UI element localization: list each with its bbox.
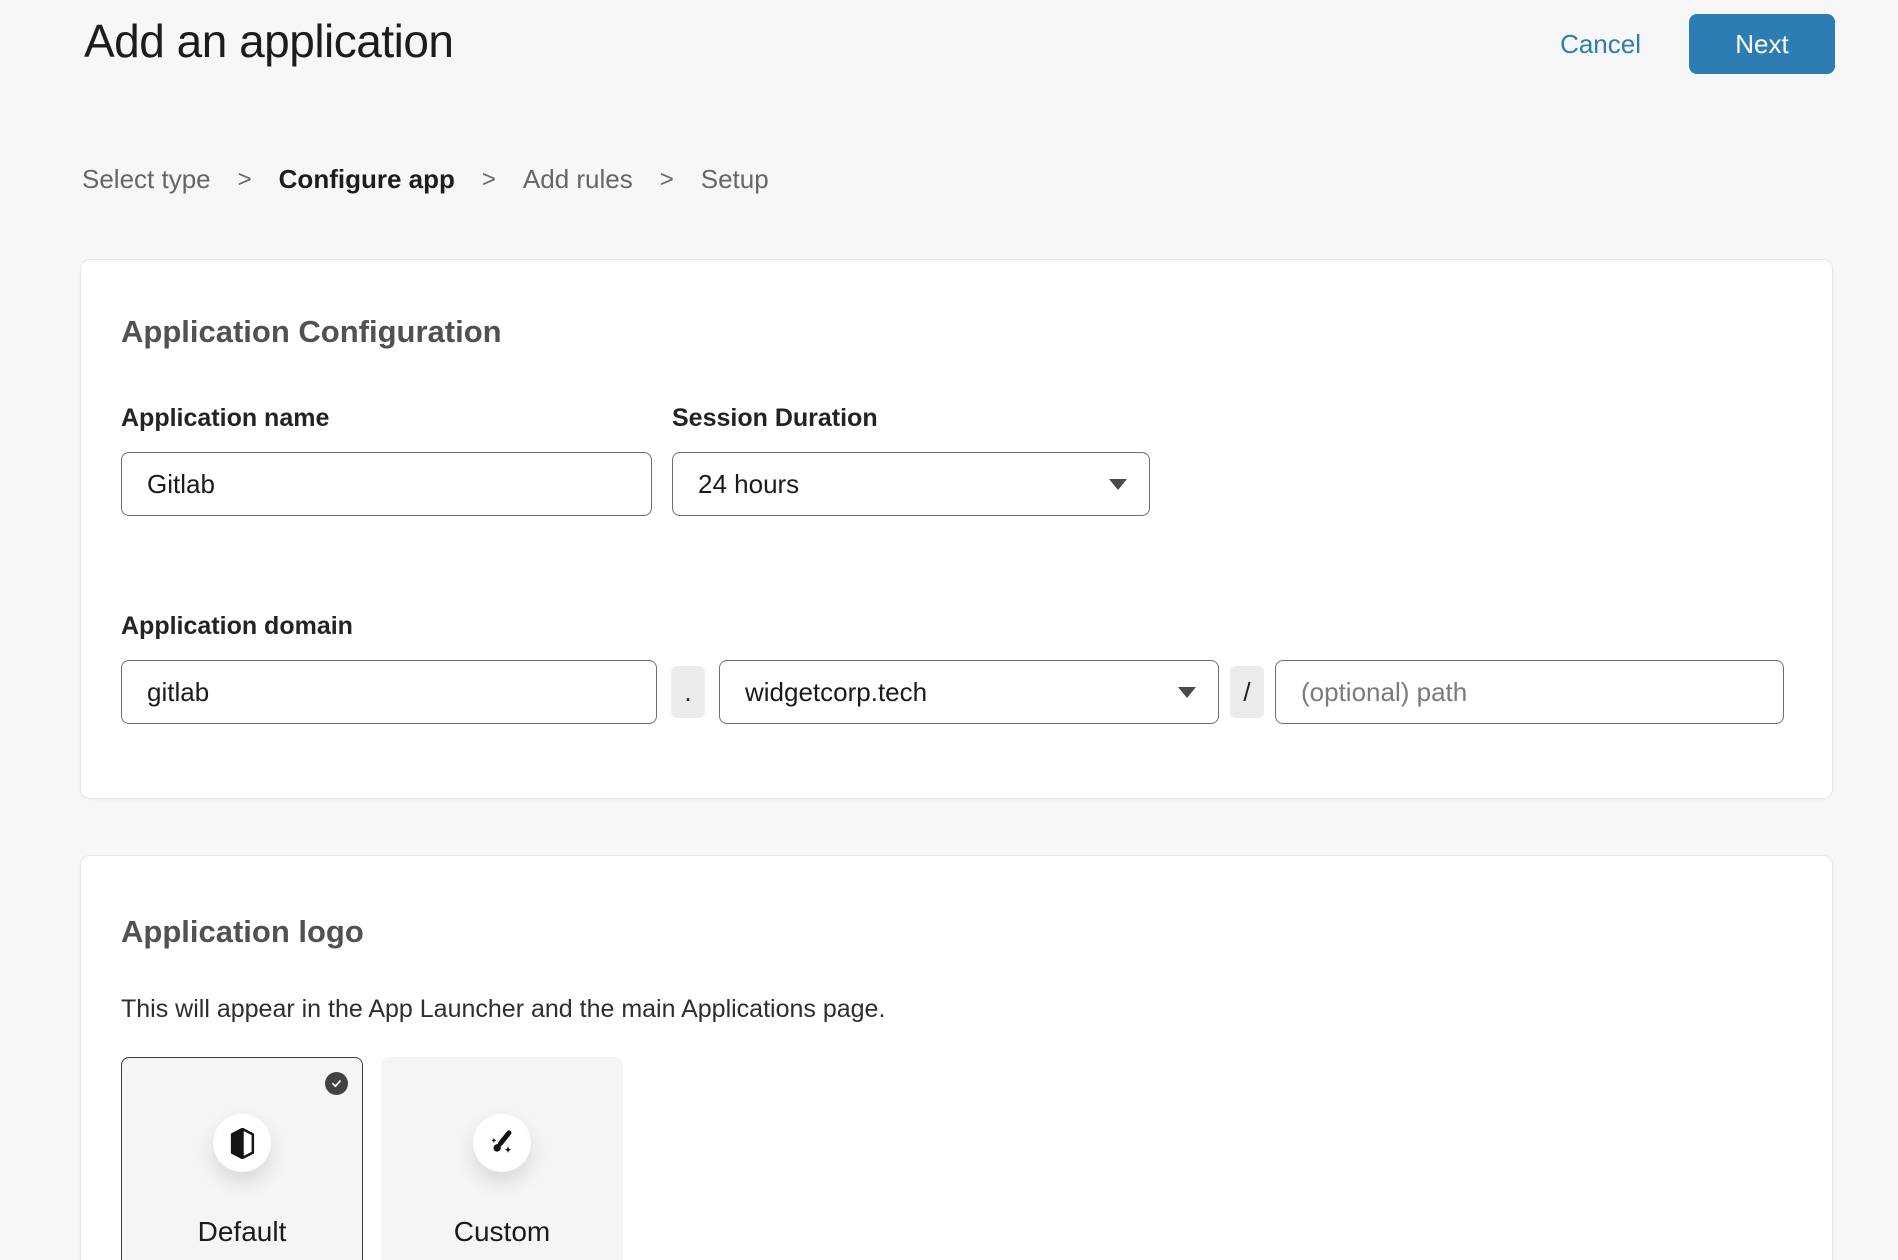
- check-icon: [330, 1077, 343, 1090]
- domain-select[interactable]: widgetcorp.tech: [719, 660, 1219, 724]
- breadcrumb: Select type > Configure app > Add rules …: [82, 164, 1898, 195]
- logo-option-default[interactable]: Default: [121, 1057, 363, 1260]
- page-header: Add an application Cancel Next: [0, 0, 1898, 74]
- logo-option-custom[interactable]: Custom: [381, 1057, 623, 1260]
- application-name-label: Application name: [121, 404, 652, 433]
- chevron-separator: >: [238, 166, 252, 194]
- application-logo-card: Application logo This will appear in the…: [80, 855, 1833, 1260]
- default-logo-circle: [213, 1114, 271, 1172]
- logo-option-label: Default: [198, 1216, 287, 1248]
- subdomain-input[interactable]: [121, 660, 657, 724]
- application-logo-heading: Application logo: [121, 914, 1792, 950]
- logo-option-label: Custom: [454, 1216, 550, 1248]
- session-duration-value: 24 hours: [698, 469, 799, 500]
- application-domain-row: . widgetcorp.tech /: [121, 660, 1792, 724]
- header-actions: Cancel Next: [1560, 14, 1835, 74]
- application-logo-description: This will appear in the App Launcher and…: [121, 994, 1792, 1025]
- selected-check-badge: [325, 1072, 348, 1095]
- cube-icon: [230, 1128, 255, 1159]
- application-configuration-card: Application Configuration Application na…: [80, 259, 1833, 799]
- cancel-button[interactable]: Cancel: [1560, 29, 1641, 60]
- paintbrush-icon: [487, 1128, 517, 1158]
- chevron-down-icon: [1178, 687, 1196, 698]
- add-application-page: Add an application Cancel Next Select ty…: [0, 0, 1898, 1260]
- path-input[interactable]: [1275, 660, 1784, 724]
- session-duration-field: Session Duration 24 hours: [672, 404, 1150, 516]
- application-domain-label: Application domain: [121, 612, 1792, 641]
- application-configuration-heading: Application Configuration: [121, 314, 1792, 350]
- session-duration-select[interactable]: 24 hours: [672, 452, 1150, 516]
- slash-separator: /: [1230, 666, 1264, 718]
- step-select-type[interactable]: Select type: [82, 164, 211, 195]
- application-name-field: Application name: [121, 404, 652, 516]
- chevron-down-icon: [1109, 479, 1127, 490]
- step-add-rules[interactable]: Add rules: [523, 164, 633, 195]
- dot-separator: .: [671, 666, 705, 718]
- chevron-separator: >: [660, 166, 674, 194]
- application-name-input[interactable]: [121, 452, 652, 516]
- next-button[interactable]: Next: [1689, 14, 1835, 74]
- domain-value: widgetcorp.tech: [745, 677, 927, 708]
- step-setup[interactable]: Setup: [701, 164, 769, 195]
- session-duration-label: Session Duration: [672, 404, 1150, 433]
- custom-logo-circle: [473, 1114, 531, 1172]
- name-session-row: Application name Session Duration 24 hou…: [121, 404, 1792, 516]
- chevron-separator: >: [482, 166, 496, 194]
- application-domain-field: Application domain . widgetcorp.tech /: [121, 612, 1792, 724]
- page-title: Add an application: [84, 14, 454, 68]
- logo-options: Default Custom: [121, 1057, 1792, 1260]
- step-configure-app[interactable]: Configure app: [279, 164, 455, 195]
